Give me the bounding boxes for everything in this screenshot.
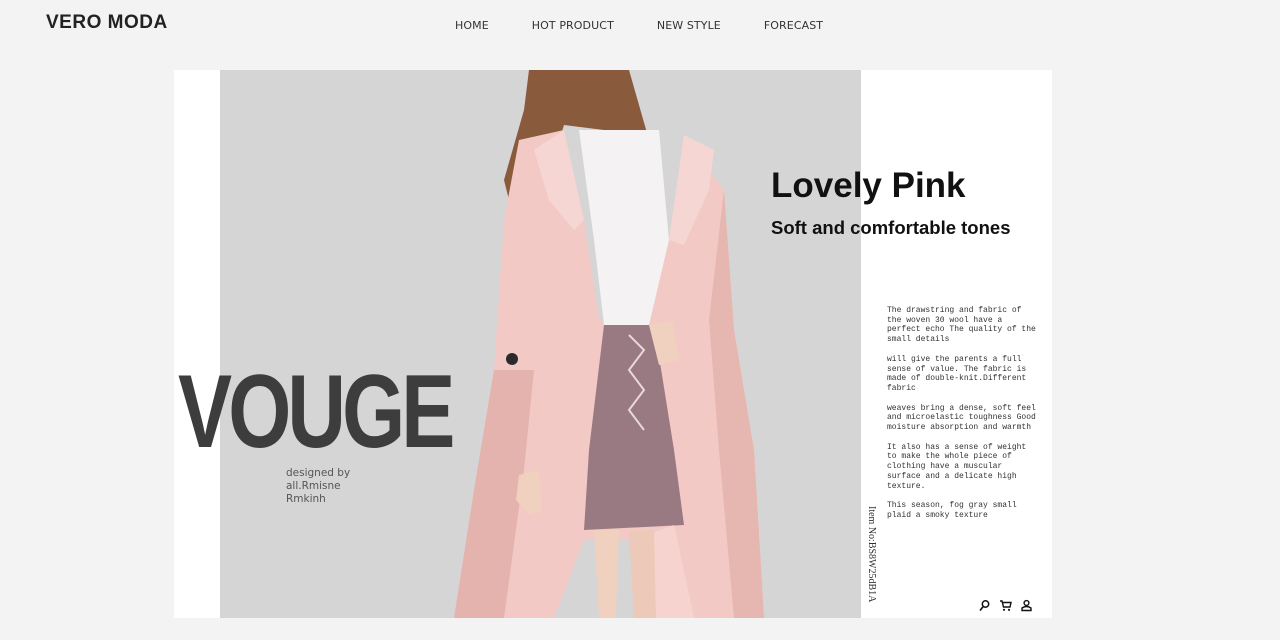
description-paragraph: This season, fog gray small plaid a smok… — [887, 501, 1017, 520]
brand-logo[interactable]: VERO MODA — [46, 12, 168, 34]
nav-new-style[interactable]: NEW STYLE — [657, 19, 721, 32]
description-paragraph: weaves bring a dense, soft feel and micr… — [887, 403, 1036, 433]
designer-credit: designed by all.Rmisne Rmkinh — [286, 467, 406, 506]
utility-icons — [978, 599, 1033, 612]
model-image — [454, 70, 764, 618]
main-nav: HOME HOT PRODUCT NEW STYLE FORECAST — [455, 19, 866, 32]
nav-hot-product[interactable]: HOT PRODUCT — [532, 19, 614, 32]
user-icon[interactable] — [1020, 599, 1033, 612]
search-icon[interactable] — [978, 599, 991, 612]
product-description: The drawstring and fabric of the woven 3… — [887, 306, 1037, 531]
nav-home[interactable]: HOME — [455, 19, 489, 32]
hero-headline: Lovely Pink — [771, 166, 966, 205]
description-paragraph: will give the parents a full sense of va… — [887, 354, 1027, 393]
designer-credit-line-1: designed by all.Rmisne — [286, 467, 351, 492]
hero-big-word: VOUGE — [178, 354, 455, 470]
hero-subheadline: Soft and comfortable tones — [771, 217, 1011, 238]
hero-banner: VOUGE designed by all.Rmisne Rmkinh Love… — [174, 70, 1052, 618]
description-paragraph: The drawstring and fabric of the woven 3… — [887, 306, 1036, 345]
cart-icon[interactable] — [999, 599, 1012, 612]
nav-forecast[interactable]: FORECAST — [764, 19, 823, 32]
item-number: Item No:BS8W25dB1A — [866, 506, 877, 603]
description-paragraph: It also has a sense of weight to make th… — [887, 442, 1027, 491]
designer-credit-line-2: Rmkinh — [286, 493, 326, 505]
